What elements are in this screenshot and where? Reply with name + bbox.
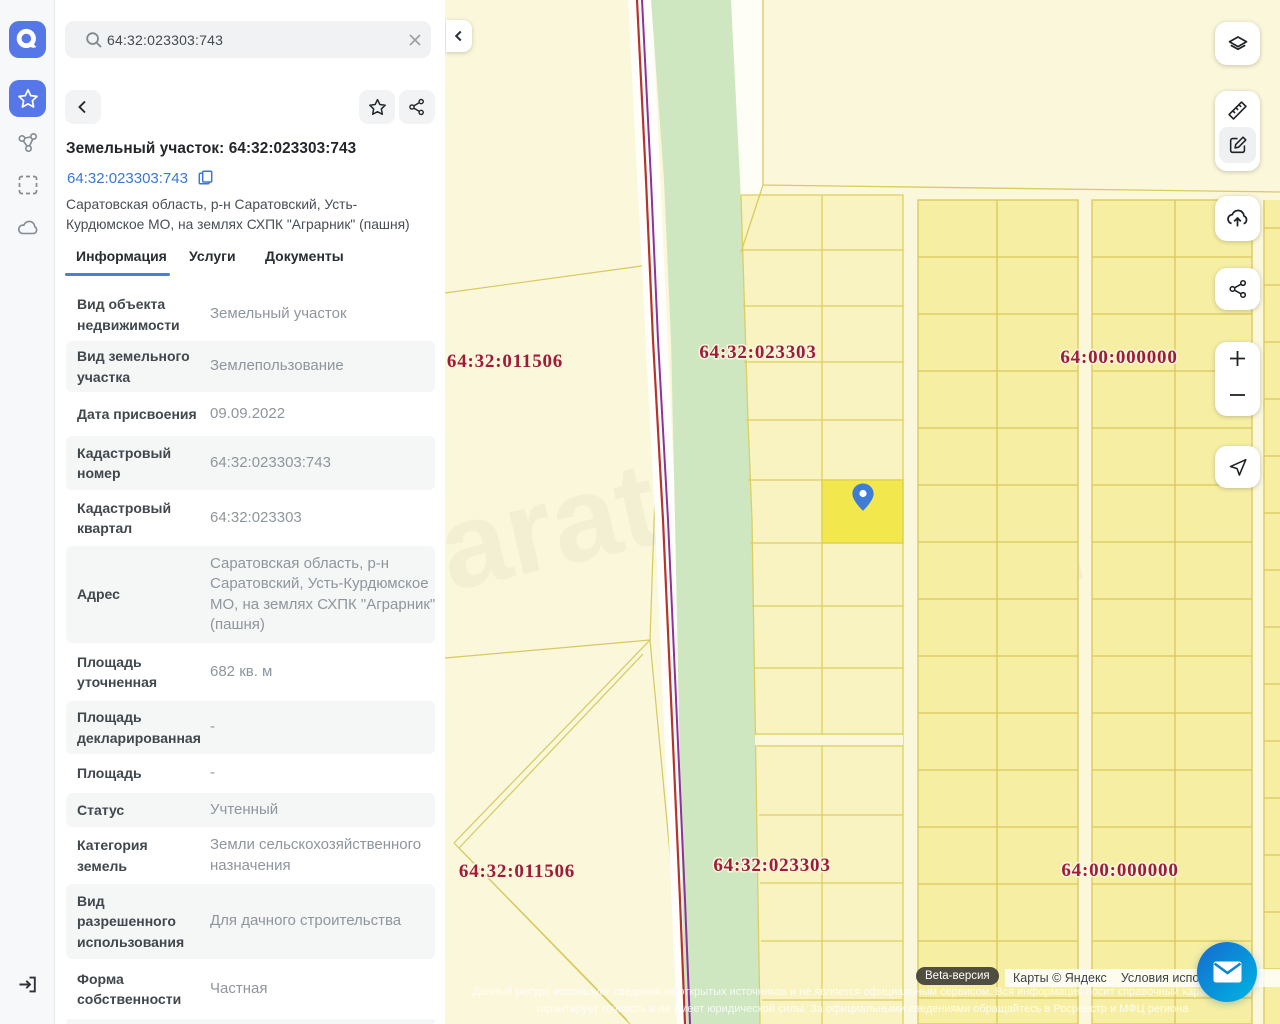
svg-text:64:32:011506: 64:32:011506: [447, 351, 563, 372]
svg-text:64:32:011506: 64:32:011506: [459, 861, 575, 882]
svg-text:64:00:000000: 64:00:000000: [1060, 347, 1177, 368]
svg-text:64:32:023303: 64:32:023303: [699, 342, 816, 363]
svg-text:64:32:023303: 64:32:023303: [713, 855, 830, 876]
svg-text:64:00:000000: 64:00:000000: [1061, 860, 1178, 881]
